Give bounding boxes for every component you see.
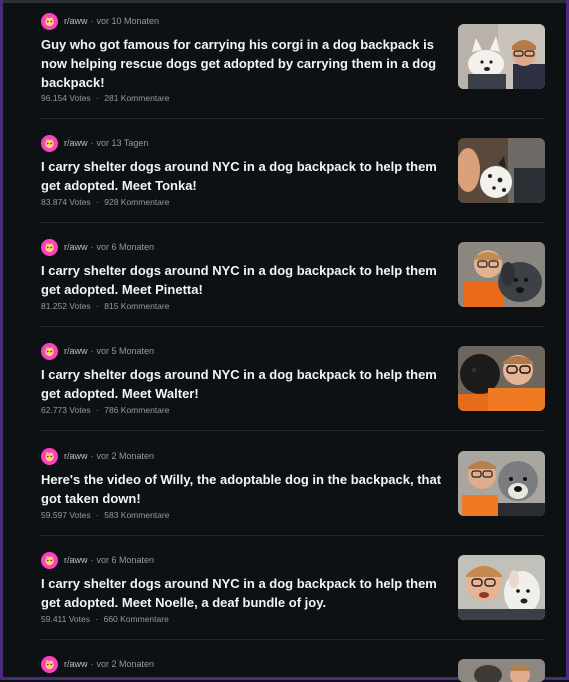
vote-count: 62.773 Votes bbox=[41, 405, 91, 415]
post-divider bbox=[40, 535, 545, 536]
post-stats: 81.252 Votes · 815 Kommentare bbox=[41, 301, 169, 311]
subreddit-icon[interactable] bbox=[41, 655, 58, 673]
subreddit-icon[interactable] bbox=[41, 447, 58, 465]
post-title[interactable]: I carry shelter dogs around NYC in a dog… bbox=[41, 261, 446, 299]
post-meta: r/aww · vor 6 Monaten bbox=[41, 237, 154, 257]
meta-separator: · bbox=[90, 659, 94, 669]
post-title[interactable]: Guy who got famous for carrying his corg… bbox=[41, 35, 446, 92]
subreddit-icon[interactable] bbox=[41, 238, 58, 256]
post-divider bbox=[40, 639, 545, 640]
post-age: vor 2 Monaten bbox=[96, 451, 155, 461]
post-stats: 59.411 Votes · 660 Kommentare bbox=[41, 614, 169, 624]
comment-count[interactable]: 281 Kommentare bbox=[104, 93, 169, 103]
photo-corgi-backpack-icon bbox=[458, 24, 545, 89]
post-thumbnail[interactable] bbox=[458, 659, 545, 682]
post-meta: r/aww · vor 6 Monaten bbox=[41, 550, 154, 570]
vote-count: 83.874 Votes bbox=[41, 197, 91, 207]
photo-willy-icon bbox=[458, 451, 545, 516]
vote-count: 96.154 Votes bbox=[41, 93, 91, 103]
subreddit-icon[interactable] bbox=[41, 551, 58, 569]
post-stats: 96.154 Votes · 281 Kommentare bbox=[41, 93, 169, 103]
comment-count[interactable]: 815 Kommentare bbox=[104, 301, 169, 311]
subreddit-icon[interactable] bbox=[41, 134, 58, 152]
post-age: vor 2 Monaten bbox=[96, 659, 155, 669]
subreddit-icon[interactable] bbox=[41, 342, 58, 360]
post-meta: r/aww · vor 5 Monaten bbox=[41, 341, 154, 361]
meta-separator: · bbox=[90, 451, 94, 461]
meta-separator: · bbox=[96, 510, 99, 520]
post-divider bbox=[40, 326, 545, 327]
meta-separator: · bbox=[90, 16, 94, 26]
post-stats: 59.597 Votes · 583 Kommentare bbox=[41, 510, 169, 520]
post-divider bbox=[40, 118, 545, 119]
comment-count[interactable]: 928 Kommentare bbox=[104, 197, 169, 207]
photo-grey-dog-icon bbox=[458, 242, 545, 307]
subreddit-name[interactable]: r/aww bbox=[64, 346, 88, 356]
meta-separator: · bbox=[96, 93, 99, 103]
post-meta: r/aww · vor 2 Monaten bbox=[41, 446, 154, 466]
post-age: vor 5 Monaten bbox=[96, 346, 155, 356]
post-thumbnail[interactable] bbox=[458, 346, 545, 411]
post-age: vor 6 Monaten bbox=[96, 242, 155, 252]
post-age: vor 10 Monaten bbox=[96, 16, 160, 26]
photo-noelle-icon bbox=[458, 555, 545, 620]
meta-separator: · bbox=[90, 138, 94, 148]
subreddit-name[interactable]: r/aww bbox=[64, 242, 88, 252]
post-meta: r/aww · vor 10 Monaten bbox=[41, 11, 159, 31]
subreddit-name[interactable]: r/aww bbox=[64, 138, 88, 148]
post-title[interactable]: Here's the video of Willy, the adoptable… bbox=[41, 470, 446, 508]
post-title[interactable]: I carry shelter dogs around NYC in a dog… bbox=[41, 574, 446, 612]
photo-dalmatian-icon bbox=[458, 138, 545, 203]
subreddit-name[interactable]: r/aww bbox=[64, 16, 88, 26]
vote-count: 81.252 Votes bbox=[41, 301, 91, 311]
post-thumbnail[interactable] bbox=[458, 242, 545, 307]
comment-count[interactable]: 660 Kommentare bbox=[104, 614, 169, 624]
window-top-edge bbox=[0, 0, 569, 3]
vote-count: 59.597 Votes bbox=[41, 510, 91, 520]
meta-separator: · bbox=[90, 346, 94, 356]
post-thumbnail[interactable] bbox=[458, 555, 545, 620]
meta-separator: · bbox=[96, 405, 99, 415]
meta-separator: · bbox=[96, 197, 99, 207]
photo-black-dog-icon bbox=[458, 346, 545, 411]
post-divider bbox=[40, 430, 545, 431]
window-left-edge bbox=[0, 0, 3, 680]
post-title[interactable]: I carry shelter dogs around NYC in a dog… bbox=[41, 157, 446, 195]
post-meta: r/aww · vor 2 Monaten bbox=[41, 654, 154, 674]
meta-separator: · bbox=[90, 555, 94, 565]
post-meta: r/aww · vor 13 Tagen bbox=[41, 133, 148, 153]
comment-count[interactable]: 786 Kommentare bbox=[104, 405, 169, 415]
post-thumbnail[interactable] bbox=[458, 451, 545, 516]
subreddit-name[interactable]: r/aww bbox=[64, 659, 88, 669]
subreddit-icon[interactable] bbox=[41, 12, 58, 30]
post-thumbnail[interactable] bbox=[458, 24, 545, 89]
comment-count[interactable]: 583 Kommentare bbox=[104, 510, 169, 520]
meta-separator: · bbox=[96, 301, 99, 311]
vote-count: 59.411 Votes bbox=[41, 614, 90, 624]
post-thumbnail[interactable] bbox=[458, 138, 545, 203]
photo-partial-icon bbox=[458, 659, 545, 682]
post-stats: 62.773 Votes · 786 Kommentare bbox=[41, 405, 169, 415]
meta-separator: · bbox=[95, 614, 99, 624]
post-age: vor 13 Tagen bbox=[96, 138, 149, 148]
meta-separator: · bbox=[90, 242, 94, 252]
post-divider bbox=[40, 222, 545, 223]
post-title[interactable]: I carry shelter dogs around NYC in a dog… bbox=[41, 365, 446, 403]
subreddit-name[interactable]: r/aww bbox=[64, 451, 88, 461]
post-age: vor 6 Monaten bbox=[96, 555, 155, 565]
post-stats: 83.874 Votes · 928 Kommentare bbox=[41, 197, 169, 207]
subreddit-name[interactable]: r/aww bbox=[64, 555, 88, 565]
